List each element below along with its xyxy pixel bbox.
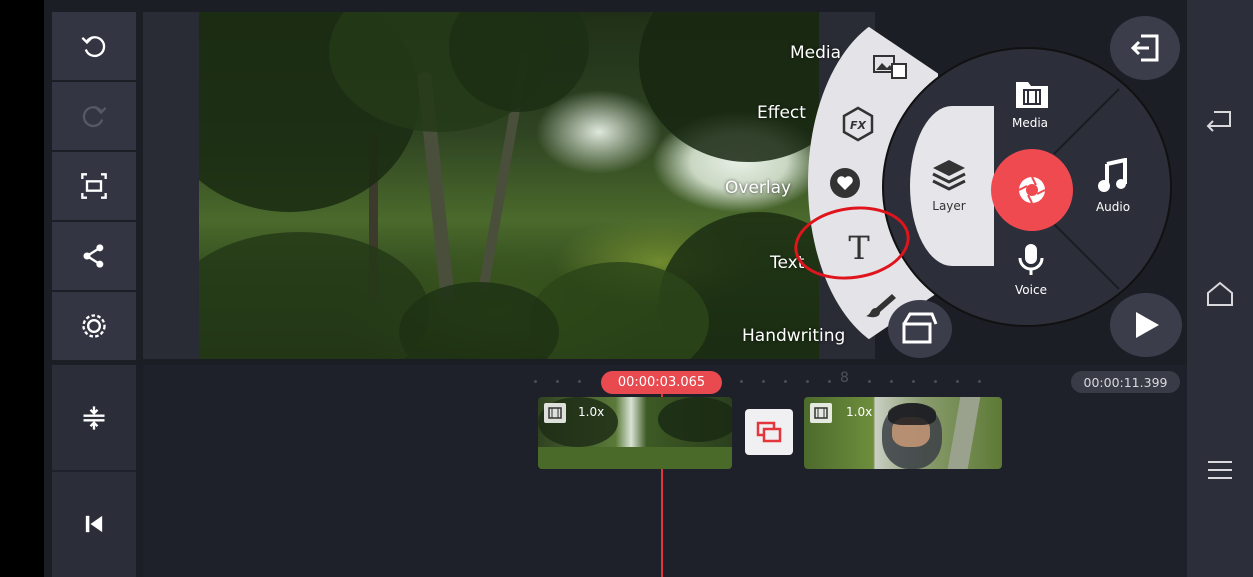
play-icon [1136,312,1159,338]
clip-type-badge [544,403,566,423]
ruler-dot [534,380,537,383]
left-black-bar [0,0,44,577]
transition-icon [756,421,782,443]
menu-label-effect[interactable]: Effect [757,103,806,123]
video-clip-2[interactable]: 1.0x [804,397,1002,469]
capture-button[interactable] [991,149,1073,231]
ruler-dot [740,380,743,383]
ruler-dot [890,380,893,383]
timeline-expand-button[interactable] [52,368,136,468]
undo-button[interactable] [52,12,136,80]
clip-type-badge [810,403,832,423]
kinemaster-editor: Media Effect Overlay Text Handwriting FX… [0,0,1253,577]
ruler-dot [868,380,871,383]
exit-project-button[interactable] [1110,16,1180,80]
store-button[interactable] [888,300,952,358]
camera-shutter-icon [1018,176,1046,204]
ruler-dot [956,380,959,383]
wheel-layer-label[interactable]: Layer [914,199,984,213]
ruler-dot [578,380,581,383]
skip-to-start-icon [85,515,103,533]
clip-speed-label: 1.0x [578,405,605,419]
menu-nav-icon[interactable] [1206,458,1234,482]
svg-text:FX: FX [850,119,867,132]
play-button[interactable] [1110,293,1182,357]
film-icon [814,407,828,419]
home-nav-icon[interactable] [1205,280,1235,308]
toolbar-divider [52,470,136,472]
ruler-dot [978,380,981,383]
menu-label-overlay[interactable]: Overlay [725,178,791,198]
ruler-dot [762,380,765,383]
transition-button[interactable] [745,409,793,455]
menu-label-media[interactable]: Media [790,43,841,63]
current-timecode: 00:00:03.065 [601,371,722,394]
menu-label-handwriting[interactable]: Handwriting [742,326,845,346]
back-nav-icon[interactable] [1206,108,1234,132]
ruler-dot [934,380,937,383]
aspect-ratio-icon [81,173,107,199]
expand-vertical-icon [83,406,105,430]
settings-button[interactable] [52,292,136,360]
film-icon [548,407,562,419]
store-icon [902,312,938,344]
redo-icon [82,106,107,128]
wheel-media-label[interactable]: Media [995,116,1065,130]
aspect-button[interactable] [52,152,136,220]
ruler-marker: 8 [840,370,849,386]
ruler-dot [828,380,831,383]
media-folder-icon[interactable] [1014,78,1050,110]
music-note-icon[interactable] [1097,158,1129,194]
share-button[interactable] [52,222,136,290]
skip-start-button[interactable] [52,476,136,572]
ruler-dot [784,380,787,383]
microphone-icon[interactable] [1017,242,1045,278]
ruler-dot [806,380,809,383]
wheel-audio-label[interactable]: Audio [1078,200,1148,214]
undo-icon [81,36,106,58]
heart-sticker-icon[interactable] [828,166,862,200]
video-clip-1[interactable]: 1.0x [538,397,732,469]
wheel-voice-label[interactable]: Voice [996,283,1066,297]
redo-button[interactable] [52,82,136,150]
total-duration: 00:00:11.399 [1071,371,1180,393]
layers-icon[interactable] [931,158,967,192]
fx-icon[interactable]: FX [840,106,876,142]
exit-icon [1130,34,1159,62]
gear-icon [82,314,106,338]
ruler-dot [912,380,915,383]
share-icon [83,244,104,268]
clip-speed-label: 1.0x [846,405,873,419]
ruler-dot [556,380,559,383]
